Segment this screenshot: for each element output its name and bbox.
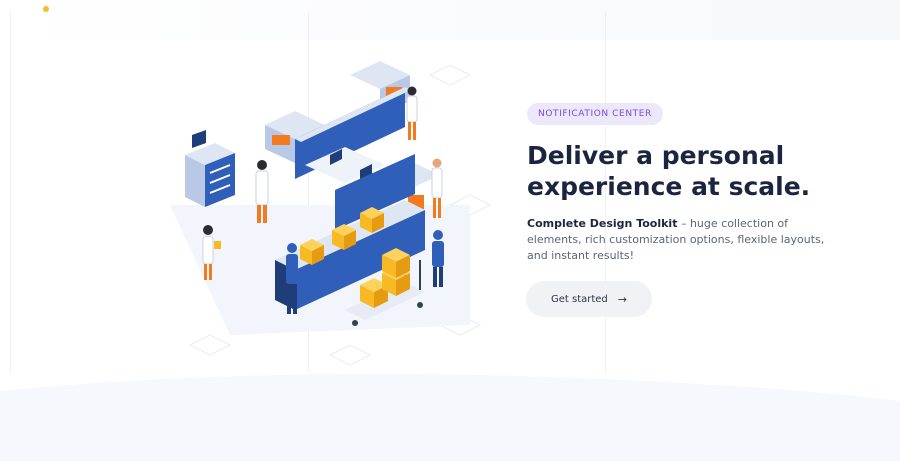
get-started-button[interactable]: Get started →: [526, 281, 652, 317]
warehouse-illustration: [170, 61, 490, 366]
hero-description: Complete Design Toolkit – huge collectio…: [527, 216, 827, 264]
description-bold: Complete Design Toolkit: [527, 217, 678, 230]
bottom-wave: [0, 374, 900, 461]
grid-line: [10, 12, 11, 372]
get-started-label: Get started: [550, 293, 608, 305]
arrow-right-icon: →: [617, 292, 627, 306]
top-gradient: [0, 0, 900, 40]
hero-headline: Deliver a personal experience at scale.: [527, 141, 811, 201]
notification-center-badge: NOTIFICATION CENTER: [527, 103, 663, 125]
